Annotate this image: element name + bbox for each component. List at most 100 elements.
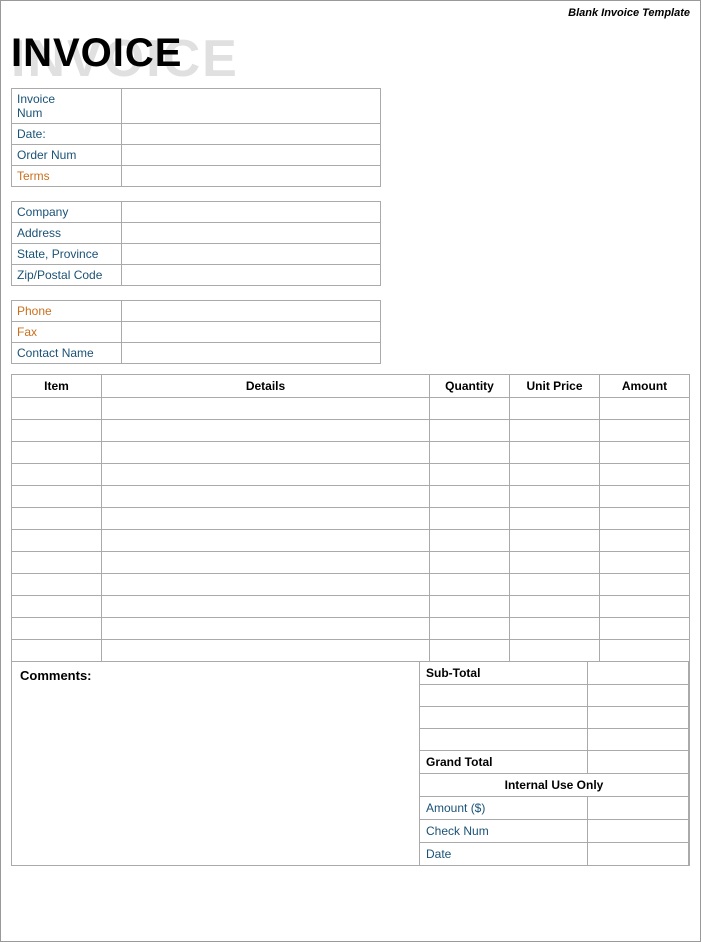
qty-cell[interactable] bbox=[430, 552, 510, 574]
unit-price-cell[interactable] bbox=[510, 442, 600, 464]
order-num-value[interactable] bbox=[122, 145, 380, 165]
details-cell[interactable] bbox=[102, 618, 430, 640]
unit-price-cell[interactable] bbox=[510, 530, 600, 552]
phone-label: Phone bbox=[12, 301, 122, 321]
amount-cell[interactable] bbox=[600, 508, 690, 530]
empty-value-1[interactable] bbox=[588, 685, 688, 706]
comments-area[interactable]: Comments: bbox=[11, 662, 420, 866]
state-value[interactable] bbox=[122, 244, 380, 264]
item-cell[interactable] bbox=[12, 596, 102, 618]
info-row-address: Address bbox=[12, 223, 380, 244]
zip-label: Zip/Postal Code bbox=[12, 265, 122, 285]
qty-cell[interactable] bbox=[430, 486, 510, 508]
contact-name-value[interactable] bbox=[122, 343, 380, 363]
unit-price-cell[interactable] bbox=[510, 398, 600, 420]
unit-price-cell[interactable] bbox=[510, 640, 600, 662]
invoice-num-value[interactable] bbox=[122, 89, 380, 123]
details-cell[interactable] bbox=[102, 508, 430, 530]
details-cell[interactable] bbox=[102, 442, 430, 464]
empty-value-2[interactable] bbox=[588, 707, 688, 728]
unit-price-cell[interactable] bbox=[510, 552, 600, 574]
amount-cell[interactable] bbox=[600, 574, 690, 596]
qty-cell[interactable] bbox=[430, 618, 510, 640]
company-label: Company bbox=[12, 202, 122, 222]
item-cell[interactable] bbox=[12, 508, 102, 530]
amount-cell[interactable] bbox=[600, 618, 690, 640]
unit-price-cell[interactable] bbox=[510, 420, 600, 442]
amount-cell[interactable] bbox=[600, 420, 690, 442]
zip-value[interactable] bbox=[122, 265, 380, 285]
qty-cell[interactable] bbox=[430, 398, 510, 420]
details-cell[interactable] bbox=[102, 464, 430, 486]
qty-cell[interactable] bbox=[430, 530, 510, 552]
fax-value[interactable] bbox=[122, 322, 380, 342]
item-cell[interactable] bbox=[12, 486, 102, 508]
unit-price-cell[interactable] bbox=[510, 486, 600, 508]
qty-cell[interactable] bbox=[430, 420, 510, 442]
internal-date-value[interactable] bbox=[588, 843, 688, 865]
item-cell[interactable] bbox=[12, 420, 102, 442]
qty-cell[interactable] bbox=[430, 442, 510, 464]
info-row-invoice-num: InvoiceNum bbox=[12, 89, 380, 124]
item-cell[interactable] bbox=[12, 618, 102, 640]
subtotal-value[interactable] bbox=[588, 662, 688, 684]
qty-cell[interactable] bbox=[430, 574, 510, 596]
item-cell[interactable] bbox=[12, 552, 102, 574]
details-cell[interactable] bbox=[102, 552, 430, 574]
unit-price-cell[interactable] bbox=[510, 618, 600, 640]
address-value[interactable] bbox=[122, 223, 380, 243]
details-cell[interactable] bbox=[102, 398, 430, 420]
subtotal-row: Sub-Total bbox=[420, 662, 689, 685]
details-cell[interactable] bbox=[102, 596, 430, 618]
grand-total-label: Grand Total bbox=[420, 751, 588, 773]
table-row bbox=[12, 398, 690, 420]
header-quantity: Quantity bbox=[430, 375, 510, 398]
qty-cell[interactable] bbox=[430, 640, 510, 662]
amount-cell[interactable] bbox=[600, 530, 690, 552]
details-cell[interactable] bbox=[102, 420, 430, 442]
internal-date-row: Date bbox=[420, 843, 689, 865]
info-row-contact: Contact Name bbox=[12, 343, 380, 363]
internal-check-row: Check Num bbox=[420, 820, 689, 843]
item-cell[interactable] bbox=[12, 530, 102, 552]
amount-cell[interactable] bbox=[600, 486, 690, 508]
info-row-phone: Phone bbox=[12, 301, 380, 322]
internal-check-value[interactable] bbox=[588, 820, 688, 842]
amount-cell[interactable] bbox=[600, 552, 690, 574]
amount-cell[interactable] bbox=[600, 398, 690, 420]
internal-amount-label: Amount ($) bbox=[420, 797, 588, 819]
qty-cell[interactable] bbox=[430, 596, 510, 618]
phone-value[interactable] bbox=[122, 301, 380, 321]
item-cell[interactable] bbox=[12, 640, 102, 662]
item-cell[interactable] bbox=[12, 464, 102, 486]
qty-cell[interactable] bbox=[430, 464, 510, 486]
terms-label: Terms bbox=[12, 166, 122, 186]
item-cell[interactable] bbox=[12, 574, 102, 596]
amount-cell[interactable] bbox=[600, 640, 690, 662]
details-cell[interactable] bbox=[102, 486, 430, 508]
details-cell[interactable] bbox=[102, 574, 430, 596]
terms-value[interactable] bbox=[122, 166, 380, 186]
table-row bbox=[12, 442, 690, 464]
empty-value-3[interactable] bbox=[588, 729, 688, 750]
grand-total-value[interactable] bbox=[588, 751, 688, 773]
date-value[interactable] bbox=[122, 124, 380, 144]
unit-price-cell[interactable] bbox=[510, 464, 600, 486]
info-row-zip: Zip/Postal Code bbox=[12, 265, 380, 285]
info-row-terms: Terms bbox=[12, 166, 380, 186]
internal-amount-value[interactable] bbox=[588, 797, 688, 819]
unit-price-cell[interactable] bbox=[510, 508, 600, 530]
item-cell[interactable] bbox=[12, 398, 102, 420]
details-cell[interactable] bbox=[102, 640, 430, 662]
info-row-state: State, Province bbox=[12, 244, 380, 265]
amount-cell[interactable] bbox=[600, 596, 690, 618]
details-cell[interactable] bbox=[102, 530, 430, 552]
qty-cell[interactable] bbox=[430, 508, 510, 530]
amount-cell[interactable] bbox=[600, 464, 690, 486]
item-cell[interactable] bbox=[12, 442, 102, 464]
company-value[interactable] bbox=[122, 202, 380, 222]
unit-price-cell[interactable] bbox=[510, 574, 600, 596]
date-label: Date: bbox=[12, 124, 122, 144]
unit-price-cell[interactable] bbox=[510, 596, 600, 618]
amount-cell[interactable] bbox=[600, 442, 690, 464]
